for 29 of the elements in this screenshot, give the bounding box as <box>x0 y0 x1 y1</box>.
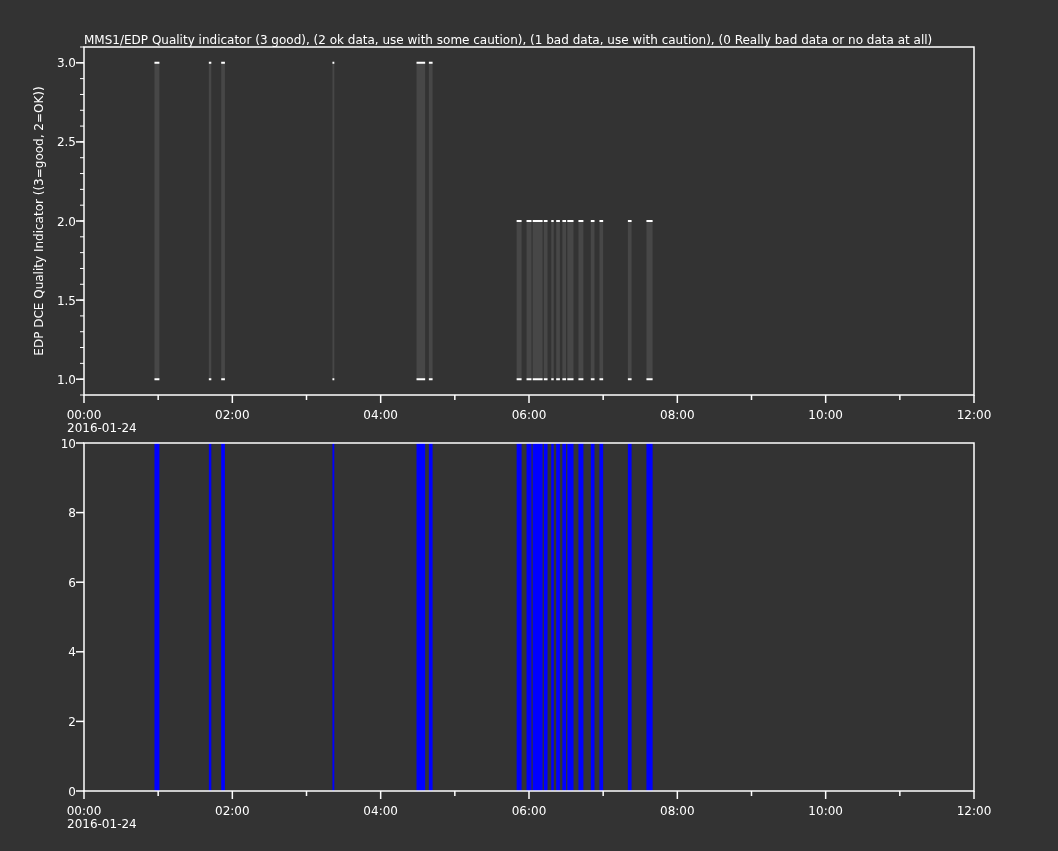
tick-label: 08:00 <box>660 408 695 422</box>
tick-label: 6 <box>68 575 76 590</box>
tick-label: 10:00 <box>808 408 843 422</box>
tick-label: 1.0 <box>56 372 76 387</box>
date-label: 2016-01-24 <box>67 421 137 435</box>
tick-label: 06:00 <box>511 408 547 422</box>
date-label: 2016-01-24 <box>67 817 137 831</box>
tick-label: 2 <box>68 714 76 729</box>
tick-label: 2.5 <box>56 135 76 150</box>
tick-label: 10:00 <box>808 804 843 818</box>
tick-label: 02:00 <box>215 408 250 422</box>
tick-label: 02:00 <box>215 804 250 818</box>
tick-label: 00:00 <box>66 804 102 818</box>
tick-label: 2.0 <box>56 214 76 229</box>
tick-label: 1.5 <box>56 293 76 308</box>
tick-label: 04:00 <box>363 804 398 818</box>
tick-label: 8 <box>68 506 76 521</box>
tick-label: 12:00 <box>956 804 992 818</box>
axis-title: EDP DCE Quality Indicator ((3=good, 2=OK)) <box>32 86 46 356</box>
tick-label: 4 <box>68 645 76 660</box>
tick-label: 04:00 <box>363 408 398 422</box>
chart-title: MMS1/EDP Quality indicator (3 good), (2 ok data, use with some caution), (1 bad data, use with caution), (0 Really bad data or no data at all) <box>84 33 933 47</box>
tick-label: 08:00 <box>660 804 695 818</box>
tick-label: 10 <box>60 436 76 451</box>
tick-label: 06:00 <box>511 804 547 818</box>
tick-label: 00:00 <box>66 408 102 422</box>
tick-label: 0 <box>68 784 76 799</box>
tick-label: 12:00 <box>956 408 992 422</box>
tick-label: 3.0 <box>56 56 76 71</box>
